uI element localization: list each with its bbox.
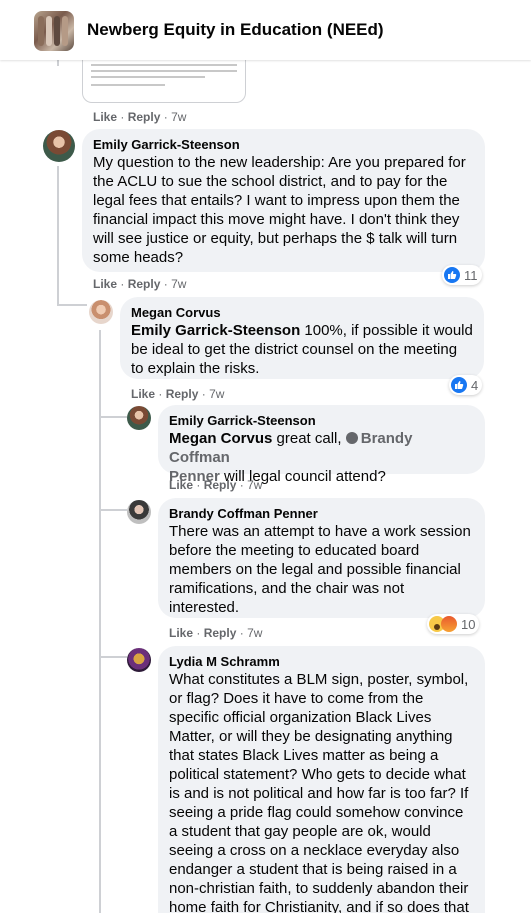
reply-button[interactable]: Reply <box>204 478 237 492</box>
comment-bubble: Megan Corvus Emily Garrick-Steenson 100%… <box>120 297 484 379</box>
reaction-summary[interactable]: 11 <box>442 265 482 285</box>
reaction-count: 11 <box>464 267 478 283</box>
reaction-count: 10 <box>461 616 476 632</box>
like-button[interactable]: Like <box>169 478 193 492</box>
separator: · <box>120 277 125 291</box>
comment-author[interactable]: Brandy Coffman Penner <box>169 506 474 522</box>
reply-button[interactable]: Reply <box>128 110 161 124</box>
comment-text: There was an attempt to have a work sess… <box>169 523 471 616</box>
comment-author[interactable]: Megan Corvus <box>131 305 473 321</box>
reaction-summary[interactable]: 10 <box>427 614 480 634</box>
timestamp[interactable]: 7w <box>209 387 224 401</box>
attached-document-image[interactable] <box>82 60 246 103</box>
like-reaction-icon <box>444 267 460 283</box>
separator: · <box>120 110 125 124</box>
comment-actions: Like · Reply · 7w <box>169 626 262 640</box>
separator: · <box>239 626 244 640</box>
comment-actions: Like · Reply · 7w <box>131 387 224 401</box>
comment-bubble: Emily Garrick-Steenson Megan Corvus grea… <box>158 405 485 485</box>
mention-link[interactable]: Emily Garrick-Steenson <box>131 322 300 339</box>
thread-connector <box>99 509 127 511</box>
comment-actions: Like · Reply · 7w <box>169 478 262 492</box>
thread-connector <box>99 656 127 658</box>
comment-text: What constitutes a BLM sign, poster, sym… <box>169 671 469 913</box>
reaction-count: 4 <box>471 377 479 393</box>
avatar[interactable] <box>127 406 151 430</box>
mention-link[interactable]: Megan Corvus <box>169 430 272 447</box>
comment-text: Emily Garrick-Steenson 100%, if possible… <box>131 322 473 377</box>
group-cover-thumbnail[interactable] <box>34 11 74 51</box>
timestamp[interactable]: 7w <box>171 277 186 291</box>
timestamp[interactable]: 7w <box>247 478 262 492</box>
timestamp[interactable]: 7w <box>247 626 262 640</box>
comment-bubble: Emily Garrick-Steenson My question to th… <box>82 129 485 272</box>
like-button[interactable]: Like <box>169 626 193 640</box>
separator: · <box>163 110 168 124</box>
thread-connector <box>57 166 59 306</box>
comment-text: My question to the new leadership: Are y… <box>93 154 466 266</box>
reply-button[interactable]: Reply <box>166 387 199 401</box>
thread-connector <box>57 304 87 306</box>
comment-actions: Like · Reply · 7w <box>93 277 186 291</box>
comment-bubble: Lydia M Schramm What constitutes a BLM s… <box>158 646 485 913</box>
group-title[interactable]: Newberg Equity in Education (NEEd) <box>87 20 384 40</box>
separator: · <box>163 277 168 291</box>
group-header: Newberg Equity in Education (NEEd) <box>0 0 531 60</box>
comment-bubble: Brandy Coffman Penner There was an attem… <box>158 498 485 618</box>
avatar[interactable] <box>89 300 113 324</box>
thread-connector <box>57 60 59 66</box>
separator: · <box>196 626 201 640</box>
reply-button[interactable]: Reply <box>128 277 161 291</box>
timestamp[interactable]: 7w <box>171 110 186 124</box>
comment-author[interactable]: Lydia M Schramm <box>169 654 474 670</box>
angry-reaction-icon <box>441 616 457 632</box>
separator: · <box>196 478 201 492</box>
separator: · <box>239 478 244 492</box>
like-button[interactable]: Like <box>131 387 155 401</box>
avatar[interactable] <box>43 130 75 162</box>
separator: · <box>201 387 206 401</box>
avatar[interactable] <box>127 500 151 524</box>
avatar[interactable] <box>127 648 151 672</box>
comment-author[interactable]: Emily Garrick-Steenson <box>93 137 474 153</box>
comment-thread: Like · Reply · 7w Emily Garrick-Steenson… <box>0 60 531 913</box>
comment-author[interactable]: Emily Garrick-Steenson <box>169 413 474 429</box>
badge-icon <box>345 432 358 444</box>
thread-connector <box>99 416 127 418</box>
like-button[interactable]: Like <box>93 277 117 291</box>
reply-button[interactable]: Reply <box>204 626 237 640</box>
reaction-summary[interactable]: 4 <box>449 375 483 395</box>
separator: · <box>158 387 163 401</box>
like-button[interactable]: Like <box>93 110 117 124</box>
comment-actions: Like · Reply · 7w <box>93 110 186 124</box>
like-reaction-icon <box>451 377 467 393</box>
